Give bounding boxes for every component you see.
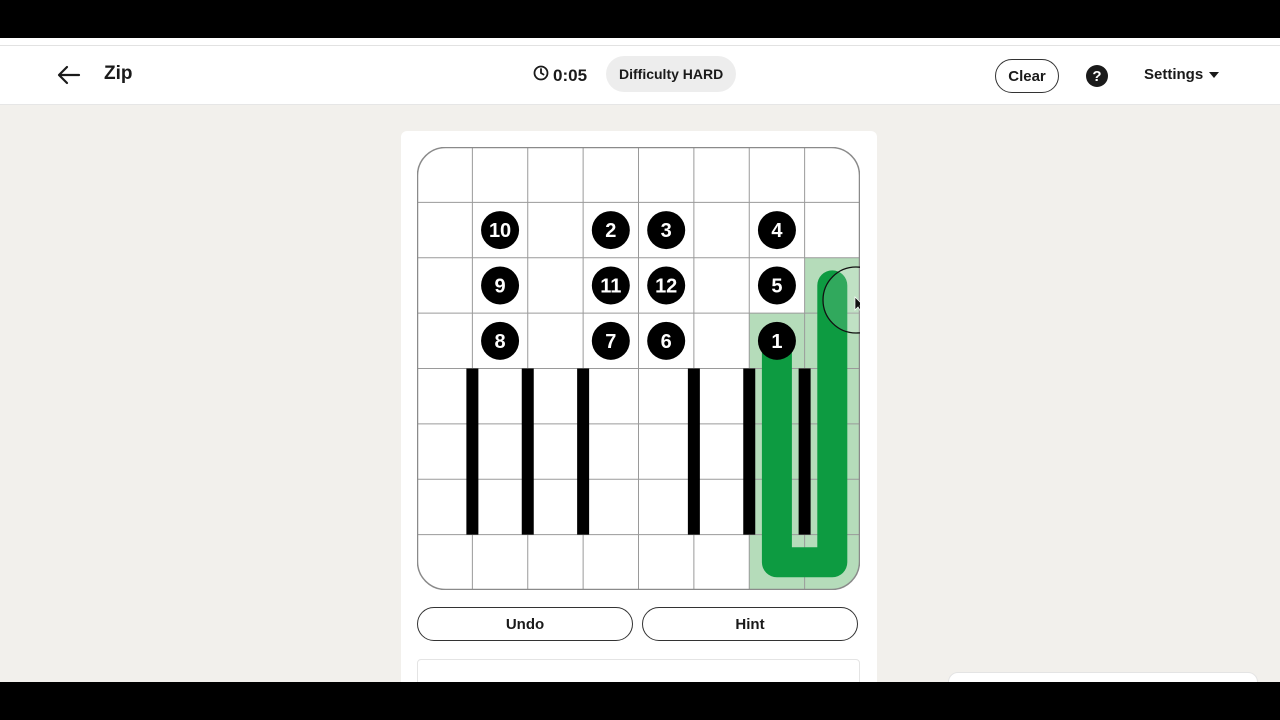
chevron-down-icon	[1209, 71, 1220, 78]
checkpoint-number: 7	[605, 331, 616, 353]
checkpoint-number: 8	[495, 331, 506, 353]
undo-button[interactable]: Undo	[417, 607, 633, 641]
checkpoint-number: 10	[489, 220, 511, 242]
difficulty-badge: Difficulty HARD	[606, 56, 737, 92]
board-layer: 10 2 3 4 9 11 12 5 8 7 6 1	[417, 147, 860, 590]
checkpoint-number: 2	[605, 220, 616, 242]
clock-icon	[533, 65, 549, 86]
wall	[577, 368, 590, 535]
clear-button[interactable]: Clear	[995, 59, 1059, 93]
wall	[687, 368, 700, 535]
game-title: Zip	[104, 63, 133, 84]
checkpoint-number: 11	[600, 275, 621, 297]
game-card: 10 2 3 4 9 11 12 5 8 7 6 1 Undo Hint	[401, 131, 890, 682]
browser-top-strip	[0, 38, 1280, 46]
checkpoint-number: 4	[771, 220, 783, 242]
settings-menu[interactable]: Settings	[1144, 66, 1220, 83]
timer-value: 0:05	[553, 65, 588, 85]
back-arrow-icon[interactable]	[56, 62, 82, 88]
wall	[466, 368, 479, 535]
wall	[743, 368, 756, 535]
hint-button[interactable]: Hint	[642, 607, 858, 641]
below-panel	[417, 659, 860, 682]
settings-label: Settings	[1144, 66, 1204, 83]
app-frame: Zip 0:05 Difficulty HARD Clear ? Setting…	[0, 38, 1280, 682]
checkpoint-number: 3	[661, 220, 672, 242]
checkpoint-number: 1	[771, 331, 782, 353]
checkpoint-number: 6	[661, 331, 672, 353]
checkpoint-number: 5	[771, 275, 782, 297]
help-icon[interactable]: ?	[1086, 65, 1108, 87]
wall	[798, 368, 811, 535]
checkpoint-number: 9	[495, 275, 506, 297]
board-svg: 10 2 3 4 9 11 12 5 8 7 6 1	[416, 146, 890, 591]
timer: 0:05	[533, 65, 587, 86]
game-board[interactable]: 10 2 3 4 9 11 12 5 8 7 6 1	[416, 146, 890, 591]
checkpoint-number: 12	[655, 275, 677, 297]
corner-widget	[948, 672, 1258, 682]
top-bar: Zip 0:05 Difficulty HARD Clear ? Setting…	[0, 46, 1280, 105]
wall	[521, 368, 534, 535]
